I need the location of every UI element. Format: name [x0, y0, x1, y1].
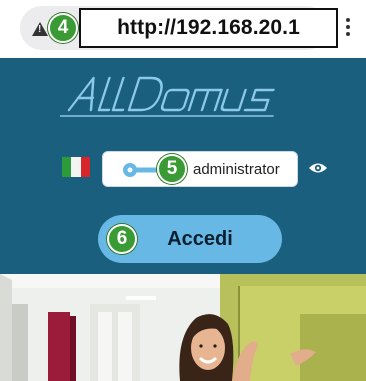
alldomus-logo — [60, 76, 275, 117]
step-badge-login: 6 — [107, 224, 137, 254]
browser-toolbar: 4 http://192.168.20.1 — [0, 0, 366, 58]
login-button[interactable]: 6 Accedi — [98, 215, 282, 263]
password-field[interactable]: 5 administrator — [102, 151, 298, 187]
url-field[interactable]: http://192.168.20.1 — [79, 8, 338, 48]
more-vert-icon[interactable] — [339, 14, 357, 40]
italy-flag-icon[interactable] — [62, 157, 90, 177]
login-panel: 5 administrator 6 Accedi — [0, 58, 366, 274]
eye-icon[interactable] — [308, 161, 328, 175]
step-badge-url: 4 — [48, 13, 78, 43]
url-text: http://192.168.20.1 — [117, 16, 300, 39]
step-badge-password: 5 — [157, 154, 187, 184]
login-button-label: Accedi — [167, 227, 233, 250]
address-bar[interactable]: 4 http://192.168.20.1 — [20, 6, 338, 50]
warning-triangle-icon[interactable] — [32, 22, 48, 36]
password-value: administrator — [193, 161, 280, 178]
smiling-woman-interior-photo — [0, 274, 366, 381]
